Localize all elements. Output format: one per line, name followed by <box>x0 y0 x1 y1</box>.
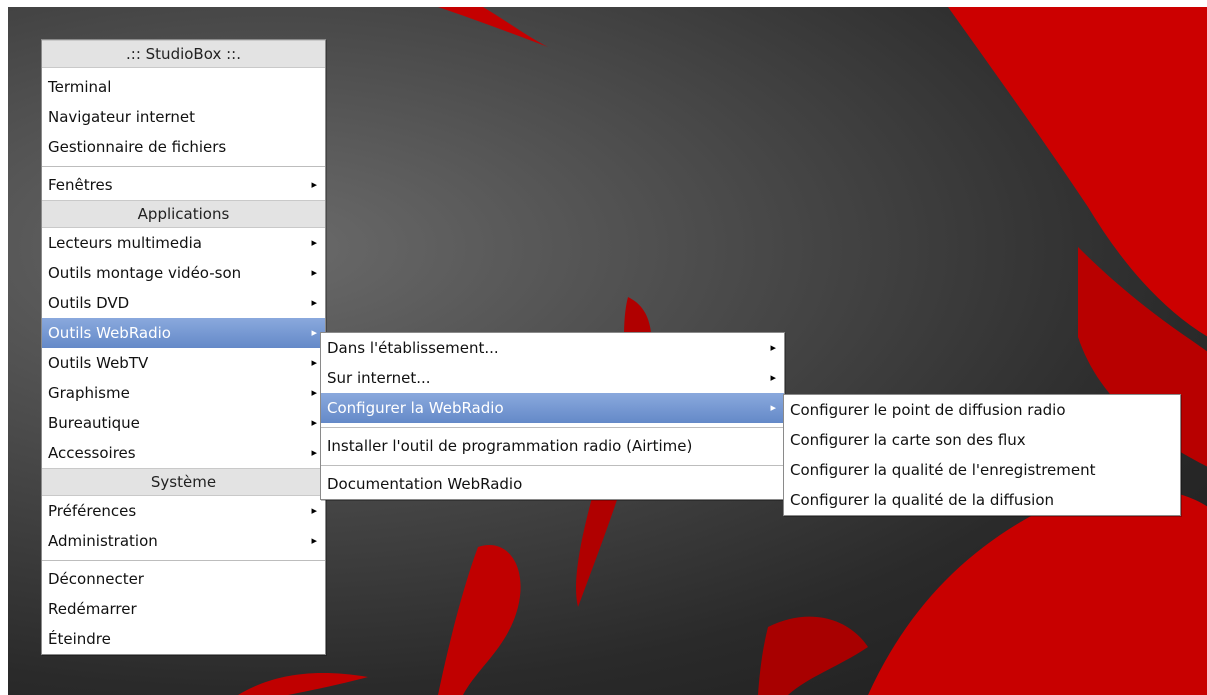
menu-item-windows[interactable]: Fenêtres ▸ <box>42 170 325 200</box>
submenu-arrow-icon: ▸ <box>311 446 317 459</box>
system-header: Système <box>42 468 325 496</box>
menu-item-label: Éteindre <box>48 630 111 648</box>
menu-item-shutdown[interactable]: Éteindre <box>42 624 325 654</box>
menu-item-label: Outils WebRadio <box>48 324 171 342</box>
menu-item-label: Administration <box>48 532 158 550</box>
studiobox-main-menu: .:: StudioBox ::. Terminal Navigateur in… <box>41 39 326 655</box>
config-item-broadcast-point[interactable]: Configurer le point de diffusion radio <box>784 395 1180 425</box>
submenu-arrow-icon: ▸ <box>311 296 317 309</box>
menu-item-label: Graphisme <box>48 384 130 402</box>
menu-item-webtv-tools[interactable]: Outils WebTV ▸ <box>42 348 325 378</box>
menu-item-label: Outils WebTV <box>48 354 149 372</box>
menu-item-label: Navigateur internet <box>48 108 196 126</box>
menu-item-media-players[interactable]: Lecteurs multimedia ▸ <box>42 228 325 258</box>
menu-item-file-manager[interactable]: Gestionnaire de fichiers <box>42 132 325 162</box>
menu-item-label: Terminal <box>48 78 112 96</box>
menu-item-logout[interactable]: Déconnecter <box>42 564 325 594</box>
submenu-arrow-icon: ▸ <box>311 386 317 399</box>
menu-item-web-browser[interactable]: Navigateur internet <box>42 102 325 132</box>
menu-item-label: Installer l'outil de programmation radio… <box>327 437 693 455</box>
menu-item-office[interactable]: Bureautique ▸ <box>42 408 325 438</box>
configure-webradio-submenu: Configurer le point de diffusion radio C… <box>783 394 1181 516</box>
submenu-arrow-icon: ▸ <box>770 341 776 354</box>
menu-item-label: Redémarrer <box>48 600 137 618</box>
applications-header: Applications <box>42 200 325 228</box>
menu-item-label: Configurer le point de diffusion radio <box>790 401 1066 419</box>
submenu-arrow-icon: ▸ <box>311 178 317 191</box>
menu-separator <box>321 427 784 428</box>
menu-item-label: Documentation WebRadio <box>327 475 523 493</box>
menu-title: .:: StudioBox ::. <box>42 40 325 68</box>
menu-item-label: Lecteurs multimedia <box>48 234 202 252</box>
submenu-arrow-icon: ▸ <box>311 534 317 547</box>
menu-item-label: Préférences <box>48 502 137 520</box>
menu-item-administration[interactable]: Administration ▸ <box>42 526 325 556</box>
menu-item-label: Outils DVD <box>48 294 130 312</box>
menu-item-accessories[interactable]: Accessoires ▸ <box>42 438 325 468</box>
submenu-arrow-icon: ▸ <box>311 356 317 369</box>
config-item-broadcast-quality[interactable]: Configurer la qualité de la diffusion <box>784 485 1180 515</box>
menu-separator <box>321 465 784 466</box>
submenu-item-on-internet[interactable]: Sur internet... ▸ <box>321 363 784 393</box>
menu-separator <box>42 560 325 561</box>
menu-item-reboot[interactable]: Redémarrer <box>42 594 325 624</box>
menu-item-label: Configurer la WebRadio <box>327 399 504 417</box>
submenu-arrow-icon: ▸ <box>311 504 317 517</box>
menu-item-webradio-tools[interactable]: Outils WebRadio ▸ <box>42 318 325 348</box>
submenu-arrow-icon: ▸ <box>311 326 317 339</box>
menu-item-label: Configurer la qualité de l'enregistremen… <box>790 461 1096 479</box>
menu-item-dvd-tools[interactable]: Outils DVD ▸ <box>42 288 325 318</box>
menu-item-label: Fenêtres <box>48 176 113 194</box>
submenu-item-configure-webradio[interactable]: Configurer la WebRadio ▸ <box>321 393 784 423</box>
menu-separator <box>42 166 325 167</box>
menu-item-label: Configurer la carte son des flux <box>790 431 1026 449</box>
menu-item-label: Déconnecter <box>48 570 144 588</box>
config-item-sound-card[interactable]: Configurer la carte son des flux <box>784 425 1180 455</box>
menu-item-label: Outils montage vidéo-son <box>48 264 242 282</box>
submenu-arrow-icon: ▸ <box>770 371 776 384</box>
menu-item-label: Configurer la qualité de la diffusion <box>790 491 1055 509</box>
submenu-arrow-icon: ▸ <box>311 236 317 249</box>
menu-item-preferences[interactable]: Préférences ▸ <box>42 496 325 526</box>
submenu-arrow-icon: ▸ <box>311 416 317 429</box>
submenu-arrow-icon: ▸ <box>311 266 317 279</box>
menu-item-terminal[interactable]: Terminal <box>42 72 325 102</box>
submenu-arrow-icon: ▸ <box>770 401 776 414</box>
config-item-recording-quality[interactable]: Configurer la qualité de l'enregistremen… <box>784 455 1180 485</box>
menu-item-label: Bureautique <box>48 414 140 432</box>
submenu-item-install-airtime[interactable]: Installer l'outil de programmation radio… <box>321 431 784 461</box>
submenu-item-in-establishment[interactable]: Dans l'établissement... ▸ <box>321 333 784 363</box>
webradio-submenu: Dans l'établissement... ▸ Sur internet...… <box>320 332 785 500</box>
menu-item-label: Dans l'établissement... <box>327 339 499 357</box>
menu-item-label: Gestionnaire de fichiers <box>48 138 227 156</box>
menu-item-graphics[interactable]: Graphisme ▸ <box>42 378 325 408</box>
submenu-item-webradio-docs[interactable]: Documentation WebRadio <box>321 469 784 499</box>
menu-item-label: Accessoires <box>48 444 136 462</box>
menu-item-video-audio-editing[interactable]: Outils montage vidéo-son ▸ <box>42 258 325 288</box>
menu-item-label: Sur internet... <box>327 369 431 387</box>
